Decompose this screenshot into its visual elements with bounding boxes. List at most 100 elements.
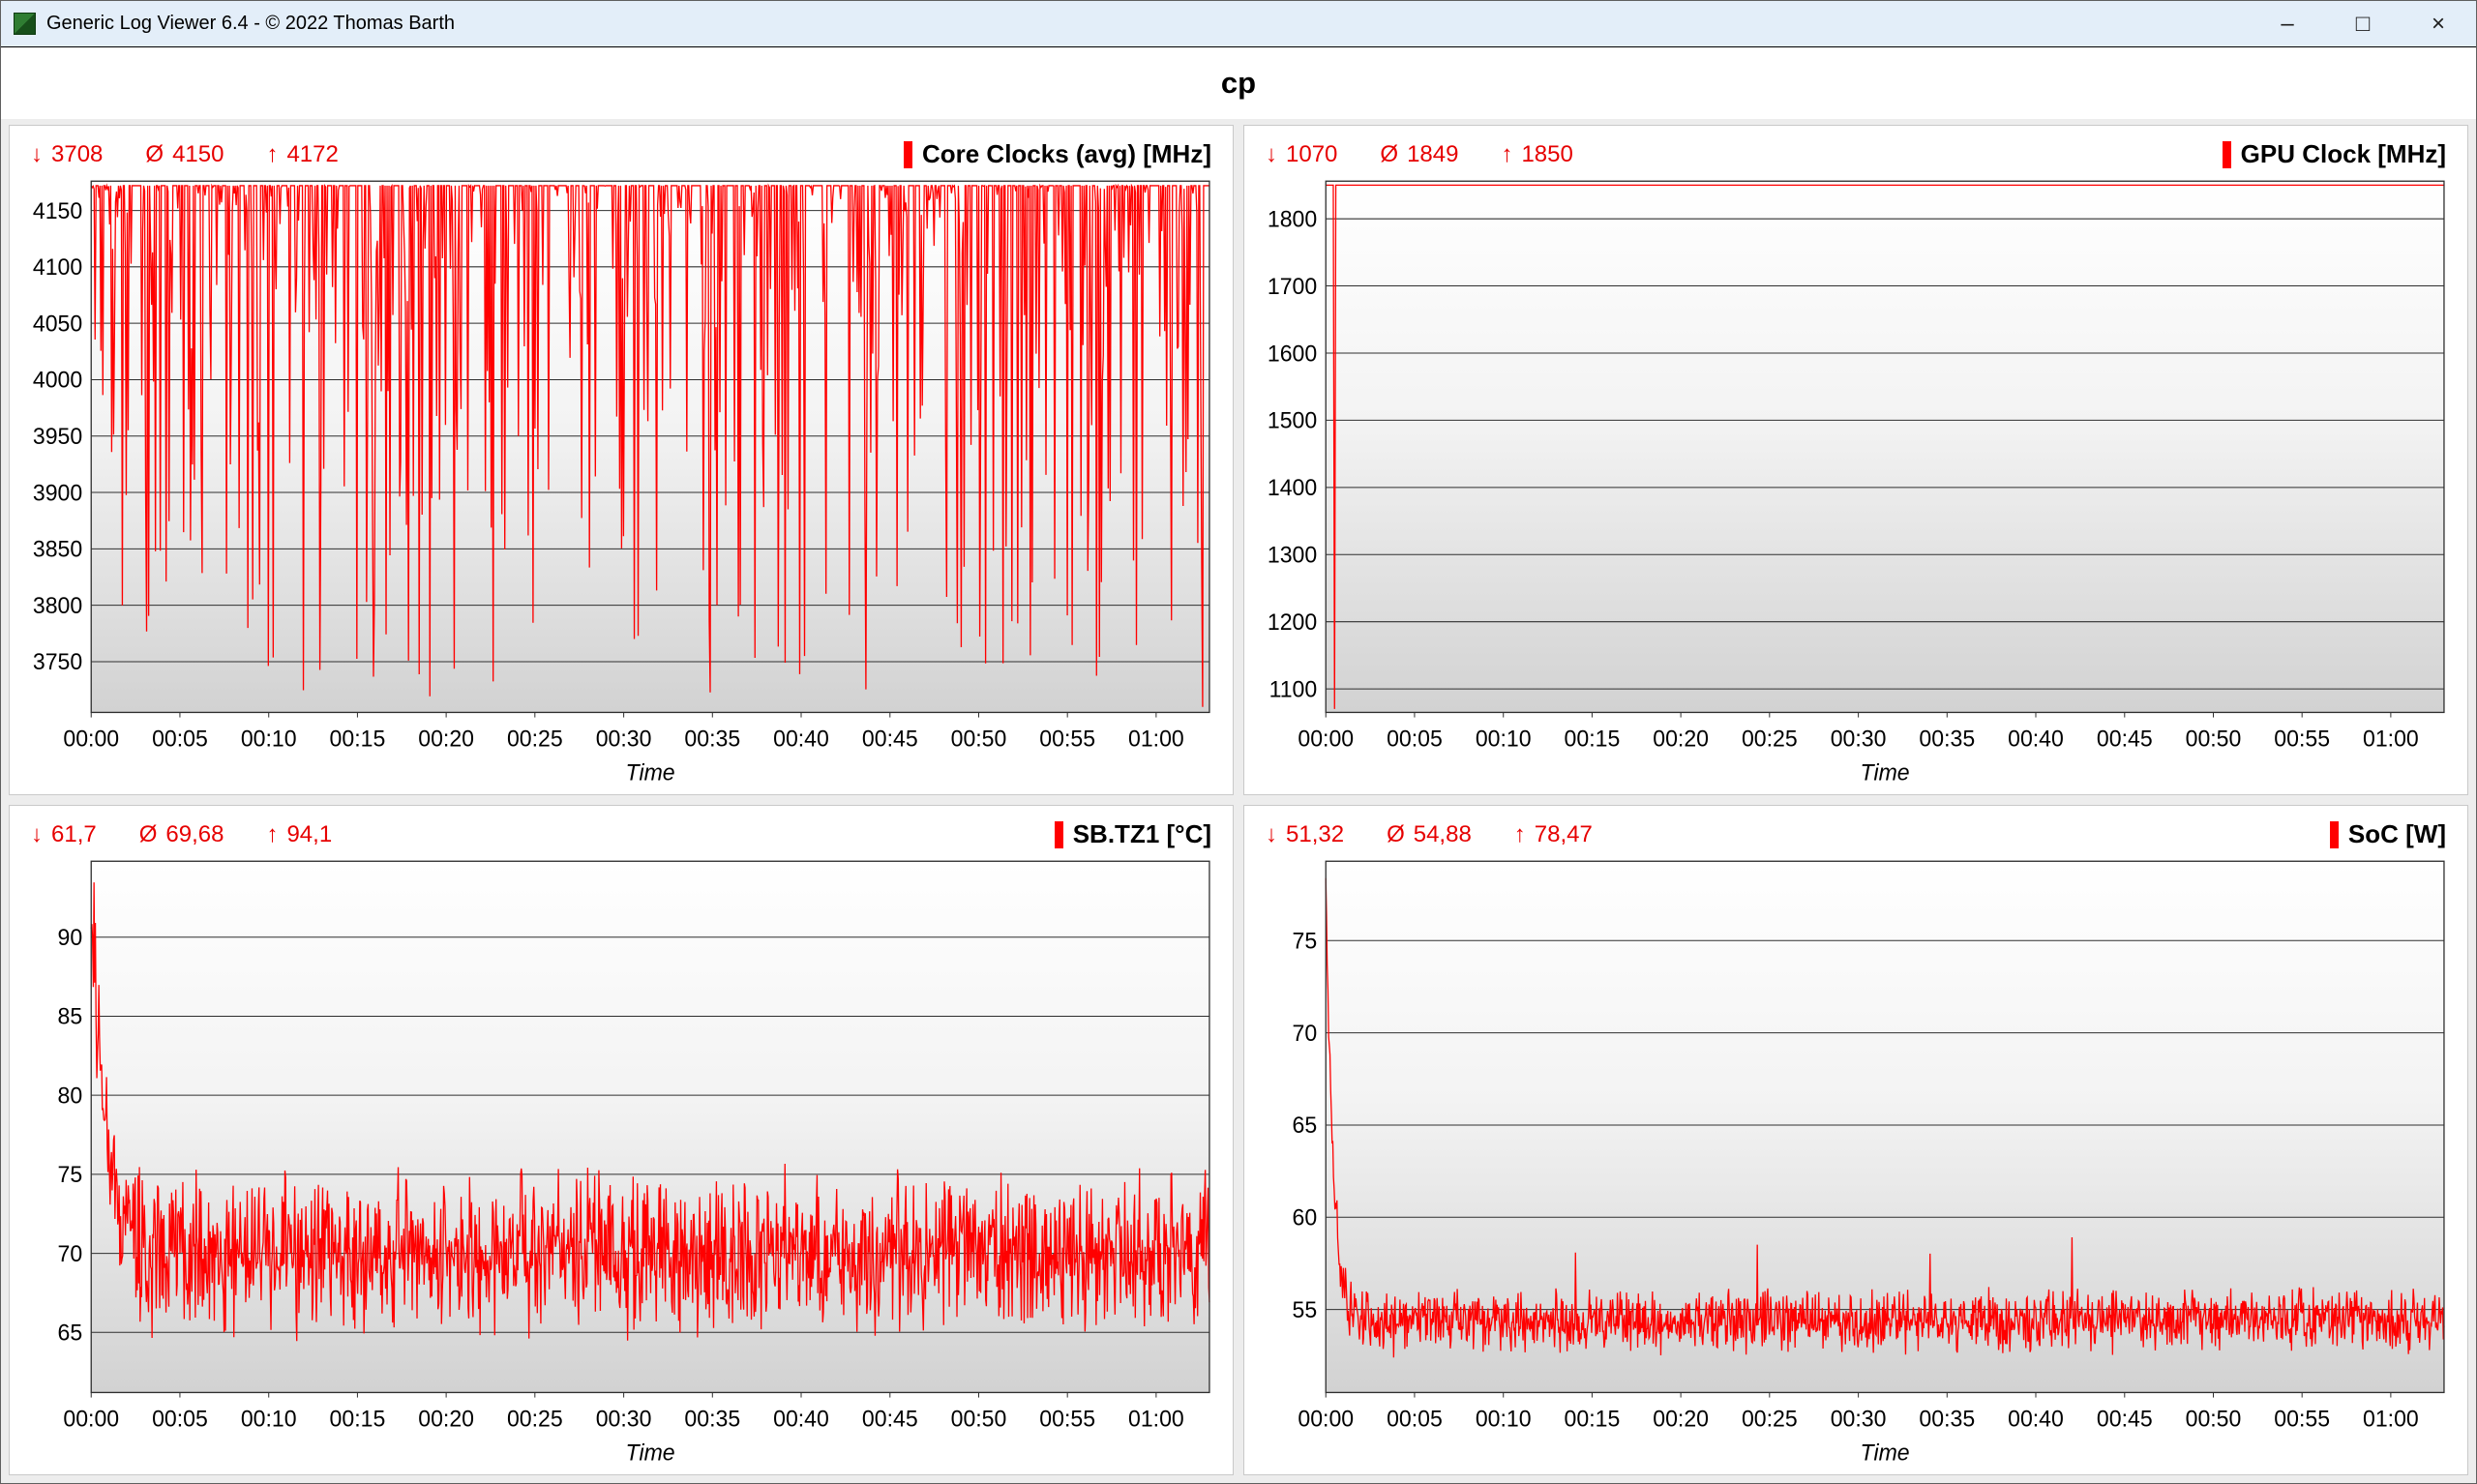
svg-text:00:00: 00:00 [1298,726,1354,751]
window-controls: – □ × [2250,1,2476,46]
svg-text:00:55: 00:55 [1039,726,1095,751]
max-arrow-icon: ↑ [266,141,278,168]
svg-text:00:45: 00:45 [862,1406,918,1431]
svg-text:00:00: 00:00 [1298,1406,1354,1431]
svg-text:4100: 4100 [33,254,82,280]
svg-text:00:20: 00:20 [1653,726,1709,751]
svg-text:00:30: 00:30 [1831,1406,1887,1431]
stat-max-value: 78,47 [1535,821,1593,848]
svg-text:01:00: 01:00 [2363,1406,2419,1431]
chart-core-clocks[interactable]: 37503800385039003950400040504100415000:0… [19,173,1223,792]
svg-text:65: 65 [1293,1113,1318,1138]
close-button[interactable]: × [2401,1,2476,46]
svg-text:00:50: 00:50 [951,1406,1007,1431]
svg-text:00:05: 00:05 [1387,1406,1443,1431]
chart-title: Core Clocks (avg) [MHz] [922,139,1211,169]
stat-max: ↑78,47 [1514,821,1593,848]
svg-text:65: 65 [58,1320,83,1345]
chart-panel-gpu-clock: ↓1070 Ø1849 ↑1850 GPU Clock [MHz] 110012… [1243,125,2468,795]
avg-symbol-icon: Ø [1380,141,1398,168]
svg-text:80: 80 [58,1083,83,1108]
close-icon: × [2432,11,2445,38]
svg-text:00:15: 00:15 [330,1406,386,1431]
svg-text:00:30: 00:30 [1831,726,1887,751]
stat-min: ↓51,32 [1266,821,1344,848]
minimize-button[interactable]: – [2250,1,2325,46]
svg-text:3950: 3950 [33,424,82,449]
stat-avg: Ø4150 [145,141,224,168]
svg-text:00:30: 00:30 [596,1406,652,1431]
chart-soc[interactable]: 556065707500:0000:0500:1000:1500:2000:25… [1254,853,2458,1472]
stat-max: ↑94,1 [266,821,332,848]
svg-text:00:30: 00:30 [596,726,652,751]
stat-min: ↓ 3708 [31,141,103,168]
panel-head: ↓61,7 Ø69,68 ↑94,1 SB.TZ1 [°C] [19,812,1223,853]
min-arrow-icon: ↓ [1266,141,1277,168]
svg-text:00:35: 00:35 [684,726,740,751]
panel-head: ↓51,32 Ø54,88 ↑78,47 SoC [W] [1254,812,2458,853]
chart-title: GPU Clock [MHz] [2241,139,2446,169]
svg-text:00:10: 00:10 [1476,726,1532,751]
min-arrow-icon: ↓ [1266,821,1277,848]
max-arrow-icon: ↑ [1501,141,1512,168]
chart-gpu-clock[interactable]: 1100120013001400150016001700180000:0000:… [1254,173,2458,792]
maximize-button[interactable]: □ [2325,1,2401,46]
svg-text:00:40: 00:40 [773,726,829,751]
page-title: cp [1221,66,1256,101]
svg-text:00:20: 00:20 [418,1406,474,1431]
stat-avg-value: 1849 [1407,141,1458,168]
chart-title: SoC [W] [2348,819,2446,849]
chart-grid: ↓3708 Ø4150 ↑4172 Core Clocks (avg) [MHz… [1,119,2476,1483]
app-logo-icon [14,13,36,35]
svg-text:00:40: 00:40 [2008,726,2064,751]
chart-stats: ↓61,7 Ø69,68 ↑94,1 [31,821,332,848]
stat-min: ↓1070 [1266,141,1337,168]
svg-text:75: 75 [58,1162,83,1187]
svg-text:4050: 4050 [33,311,82,336]
chart-stats: ↓1070 Ø 1849 ↑ 1850 [1266,141,1573,168]
svg-text:00:00: 00:00 [63,726,119,751]
min-arrow-icon: ↓ [31,141,43,168]
legend-color-bar [1055,821,1063,848]
svg-text:00:05: 00:05 [152,726,208,751]
svg-text:00:55: 00:55 [2274,726,2330,751]
chart-sb-tz1[interactable]: 65707580859000:0000:0500:1000:1500:2000:… [19,853,1223,1472]
svg-text:00:20: 00:20 [1653,1406,1709,1431]
svg-text:4000: 4000 [33,367,82,392]
svg-text:00:50: 00:50 [2186,1406,2242,1431]
svg-text:1800: 1800 [1268,206,1317,231]
avg-symbol-icon: Ø [1387,821,1405,848]
maximize-icon: □ [2356,11,2371,38]
svg-text:70: 70 [1293,1021,1318,1046]
svg-text:60: 60 [1293,1204,1318,1230]
svg-text:00:40: 00:40 [2008,1406,2064,1431]
svg-text:01:00: 01:00 [2363,726,2419,751]
legend-color-bar [2330,821,2339,848]
stat-max-value: 94,1 [286,821,332,848]
svg-text:00:50: 00:50 [2186,726,2242,751]
stat-min-value: 3708 [51,141,103,168]
svg-text:00:20: 00:20 [418,726,474,751]
svg-text:3850: 3850 [33,536,82,561]
svg-text:01:00: 01:00 [1128,726,1184,751]
svg-text:00:25: 00:25 [507,726,563,751]
svg-text:00:15: 00:15 [330,726,386,751]
chart-panel-sb-tz1: ↓61,7 Ø69,68 ↑94,1 SB.TZ1 [°C] 657075808… [9,805,1234,1475]
stat-max-value: 1850 [1521,141,1572,168]
svg-text:00:00: 00:00 [63,1406,119,1431]
chart-panel-core-clocks: ↓3708 Ø4150 ↑4172 Core Clocks (avg) [MHz… [9,125,1234,795]
svg-text:75: 75 [1293,928,1318,953]
svg-text:90: 90 [58,925,83,950]
svg-text:00:35: 00:35 [1919,1406,1975,1431]
svg-text:1100: 1100 [1269,676,1318,701]
svg-text:4150: 4150 [33,198,82,223]
svg-text:00:25: 00:25 [507,1406,563,1431]
chart-legend: GPU Clock [MHz] [2223,139,2446,169]
panel-head: ↓3708 Ø4150 ↑4172 Core Clocks (avg) [MHz… [19,132,1223,173]
svg-text:00:35: 00:35 [1919,726,1975,751]
svg-text:00:05: 00:05 [152,1406,208,1431]
svg-text:1700: 1700 [1268,274,1317,299]
svg-text:3900: 3900 [33,480,82,505]
titlebar: Generic Log Viewer 6.4 - © 2022 Thomas B… [1,1,2476,47]
svg-text:00:45: 00:45 [2097,726,2153,751]
